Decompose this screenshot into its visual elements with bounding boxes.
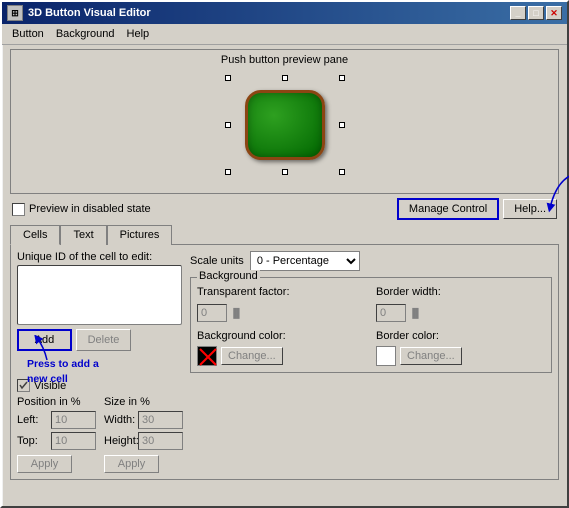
button-preview-container: [225, 75, 345, 175]
border-color-swatch: [376, 346, 396, 366]
border-width-row: Border width:: [376, 286, 545, 298]
window-title: 3D Button Visual Editor: [28, 7, 151, 19]
title-bar: ⊞ 3D Button Visual Editor _ □ ✕: [2, 2, 567, 24]
width-label: Width:: [104, 414, 134, 426]
manage-control-button[interactable]: Manage Control: [397, 198, 499, 220]
position-group: Position in % Left: Top: Apply: [17, 396, 96, 473]
add-button[interactable]: Add: [17, 329, 72, 351]
bg-color-label: Background color:: [197, 330, 286, 342]
handle-tl[interactable]: [225, 75, 231, 81]
background-group-label: Background: [197, 270, 260, 282]
slider-icon: ▐▌: [230, 308, 243, 318]
bg-right: Border width: ▐▌ Border color:: [376, 286, 545, 366]
apply-position-button[interactable]: Apply: [17, 455, 72, 473]
handle-mr[interactable]: [339, 122, 345, 128]
title-bar-left: ⊞ 3D Button Visual Editor: [7, 5, 151, 21]
visible-row: Visible: [17, 379, 182, 392]
width-field-row: Width:: [104, 411, 183, 429]
border-width-input-row: ▐▌: [376, 304, 545, 322]
disabled-check-row: Preview in disabled state Manage Control…: [10, 198, 559, 220]
menu-button[interactable]: Button: [6, 26, 50, 42]
menu-background[interactable]: Background: [50, 26, 121, 42]
disabled-label: Preview in disabled state: [29, 203, 151, 215]
height-input[interactable]: [138, 432, 183, 450]
border-change-button[interactable]: Change...: [400, 347, 462, 365]
handle-bm[interactable]: [282, 169, 288, 175]
tab-text[interactable]: Text: [60, 225, 106, 245]
pos-size-row: Position in % Left: Top: Apply: [17, 396, 182, 473]
apply-size-button[interactable]: Apply: [104, 455, 159, 473]
visible-checkbox[interactable]: [17, 379, 30, 392]
preview-label: Push button preview pane: [15, 54, 554, 66]
top-label: Top:: [17, 435, 47, 447]
bg-left: Transparent factor: ▐▌ Background color:: [197, 286, 366, 366]
pos-size-section: Position in % Left: Top: Apply: [17, 396, 182, 473]
scale-select[interactable]: 0 - Percentage: [250, 251, 360, 271]
preview-area: [15, 70, 554, 180]
scale-label: Scale units: [190, 255, 244, 267]
bg-two-col: Transparent factor: ▐▌ Background color:: [197, 286, 545, 366]
disabled-check: Preview in disabled state: [12, 203, 151, 216]
close-button[interactable]: ✕: [546, 6, 562, 20]
title-buttons: _ □ ✕: [510, 6, 562, 20]
background-group-box: Background Transparent factor: ▐▌: [190, 277, 552, 373]
tab-pictures[interactable]: Pictures: [107, 225, 173, 245]
window-icon: ⊞: [7, 5, 23, 21]
transparent-input-row: ▐▌: [197, 304, 366, 322]
border-color-label-row: Border color:: [376, 330, 545, 342]
transparent-label: Transparent factor:: [197, 286, 290, 298]
right-panel: Scale units 0 - Percentage Background Tr…: [190, 251, 552, 473]
main-window: ⊞ 3D Button Visual Editor _ □ ✕ Button B…: [0, 0, 569, 508]
tab-cells[interactable]: Cells: [10, 225, 60, 245]
visible-label: Visible: [34, 380, 66, 392]
bg-change-button[interactable]: Change...: [221, 347, 283, 365]
height-field-row: Height:: [104, 432, 183, 450]
left-input[interactable]: [51, 411, 96, 429]
left-field-row: Left:: [17, 411, 96, 429]
tabs-row: Cells Text Pictures: [10, 224, 559, 244]
help-button[interactable]: Help...: [503, 199, 557, 219]
bg-color-label-row: Background color:: [197, 330, 366, 342]
menu-bar: Button Background Help: [2, 24, 567, 45]
position-label: Position in %: [17, 396, 96, 408]
height-label: Height:: [104, 435, 134, 447]
bottom-section: Preview in disabled state Manage Control…: [10, 198, 559, 480]
border-color-row: Change...: [376, 346, 545, 366]
unique-id-label: Unique ID of the cell to edit:: [17, 251, 182, 263]
minimize-button[interactable]: _: [510, 6, 526, 20]
3d-button-preview[interactable]: [245, 90, 325, 160]
tab-content: Unique ID of the cell to edit: Add Delet…: [10, 244, 559, 480]
top-field-row: Top:: [17, 432, 96, 450]
menu-help[interactable]: Help: [121, 26, 156, 42]
bg-color-row: Change...: [197, 346, 366, 366]
top-input[interactable]: [51, 432, 96, 450]
handle-br[interactable]: [339, 169, 345, 175]
border-slider-icon: ▐▌: [409, 308, 422, 318]
checkmark-icon: [18, 380, 29, 391]
handle-bl[interactable]: [225, 169, 231, 175]
border-width-input[interactable]: [376, 304, 406, 322]
size-label: Size in %: [104, 396, 183, 408]
border-color-label: Border color:: [376, 330, 439, 342]
transparent-input[interactable]: [197, 304, 227, 322]
btn-row: Add Delete: [17, 329, 182, 351]
transparent-factor-row: Transparent factor:: [197, 286, 366, 298]
bg-color-swatch: [197, 346, 217, 366]
handle-tm[interactable]: [282, 75, 288, 81]
preview-pane: Push button preview pane: [10, 49, 559, 194]
handle-tr[interactable]: [339, 75, 345, 81]
maximize-button[interactable]: □: [528, 6, 544, 20]
handle-ml[interactable]: [225, 122, 231, 128]
disabled-checkbox[interactable]: [12, 203, 25, 216]
left-label: Left:: [17, 414, 47, 426]
left-panel: Unique ID of the cell to edit: Add Delet…: [17, 251, 182, 473]
scale-row: Scale units 0 - Percentage: [190, 251, 552, 271]
two-col-layout: Unique ID of the cell to edit: Add Delet…: [17, 251, 552, 473]
cell-list[interactable]: [17, 265, 182, 325]
size-group: Size in % Width: Height: Apply: [104, 396, 183, 473]
border-width-label: Border width:: [376, 286, 441, 298]
width-input[interactable]: [138, 411, 183, 429]
delete-button[interactable]: Delete: [76, 329, 131, 351]
x-mark-icon: [198, 347, 218, 367]
